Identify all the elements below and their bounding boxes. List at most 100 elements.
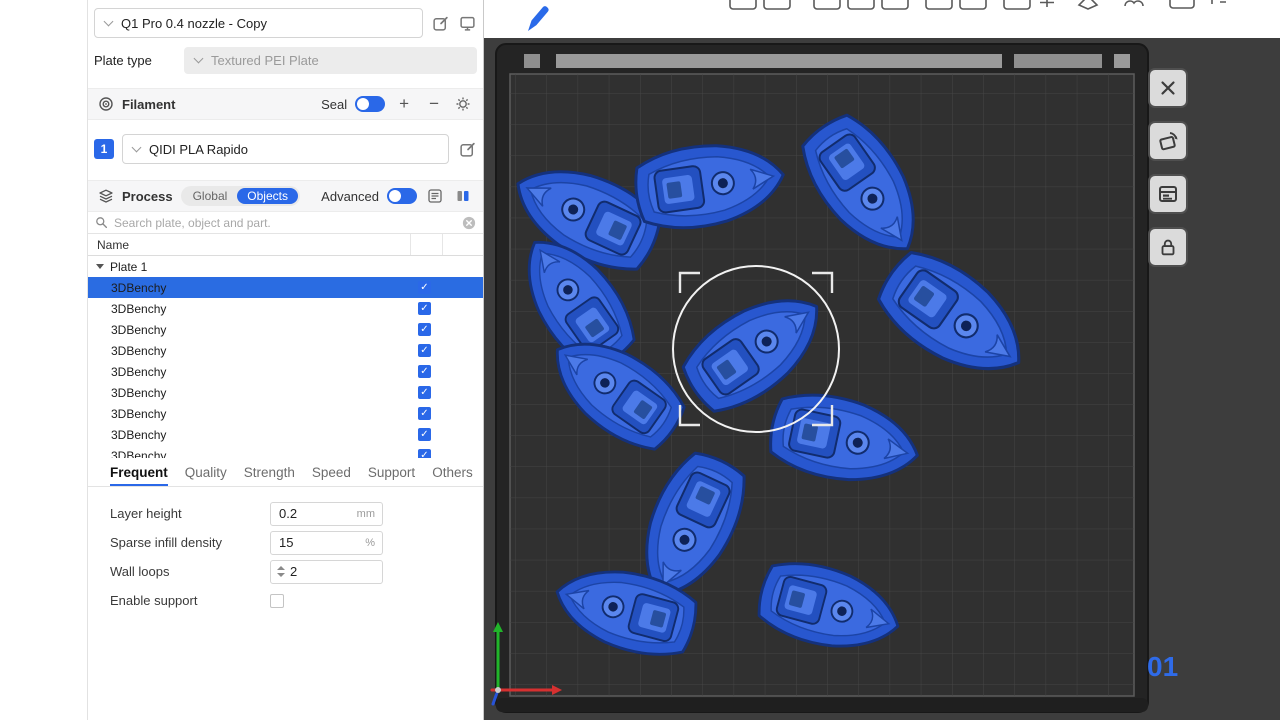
clear-search-icon[interactable] [462,216,476,230]
edit-preset-button[interactable] [430,13,450,33]
object-tree: Plate 1 3DBenchy ✓ 3DBenchy ✓ 3DBenchy ✓ 3D… [88,256,483,458]
visibility-checkbox[interactable]: ✓ [418,449,431,458]
clear-plate-button[interactable] [1148,68,1188,108]
object-row[interactable]: 3DBenchy✓ [88,319,483,340]
object-list-header: Name [88,234,483,256]
visibility-checkbox[interactable]: ✓ [418,344,431,357]
sparse-infill-unit: % [365,537,375,549]
collapse-caret-icon[interactable] [96,264,104,269]
object-row[interactable]: 3DBenchy ✓ [88,361,483,382]
edit-filament-button[interactable] [457,139,477,159]
visibility-checkbox[interactable]: ✓ [418,428,431,441]
add-filament-button[interactable]: + [393,96,415,112]
edit-preset-icon [432,15,449,32]
plate-group-label: Plate 1 [110,260,147,274]
visibility-checkbox[interactable]: ✓ [418,281,431,294]
enable-support-row: Enable support [88,586,483,615]
parameter-list-button[interactable] [425,186,445,206]
tab-frequent[interactable]: Frequent [110,458,168,486]
object-label: 3DBenchy [111,344,166,358]
object-row[interactable]: 3DBenchy ✓ [88,445,483,458]
plate-number[interactable]: 01 [1147,651,1178,682]
close-icon [1157,77,1179,99]
parameter-tabs: Frequent Quality Strength Speed Support … [88,458,483,487]
chevron-down-icon [132,142,142,152]
filament-slot-row: 1 QIDI PLA Rapido [94,134,477,164]
object-row[interactable]: 3DBenchy ✓ [88,382,483,403]
advanced-label: Advanced [321,189,379,204]
tab-strength[interactable]: Strength [244,458,295,486]
parameter-compare-button[interactable] [453,186,473,206]
layer-height-label: Layer height [110,506,270,521]
advanced-toggle[interactable] [387,188,417,204]
object-row[interactable]: 3DBenchy ✓ [88,340,483,361]
filament-slot-badge[interactable]: 1 [94,139,114,159]
object-label: 3DBenchy [111,302,166,316]
plate-type-label: Plate type [94,53,184,68]
object-row[interactable]: 3DBenchy ✓ [88,424,483,445]
auto-orient-button[interactable] [1148,121,1188,161]
object-label: 3DBenchy [111,428,166,442]
filament-preset-value: QIDI PLA Rapido [149,142,248,157]
wall-loops-field [270,560,383,584]
object-row[interactable]: 3DBenchy ✓ [88,298,483,319]
plate-front-lip [496,698,1148,712]
tab-others[interactable]: Others [432,458,473,486]
tab-quality[interactable]: Quality [185,458,227,486]
object-label: 3DBenchy [111,449,166,459]
lock-icon [1157,236,1179,258]
lock-plate-button[interactable] [1148,227,1188,267]
arrange-plate-button[interactable] [1148,174,1188,214]
sparse-infill-field: % [270,531,383,555]
object-row[interactable]: 3DBenchy ✓ [88,277,483,298]
filament-settings-button[interactable] [453,94,473,114]
filament-section-title: Filament [122,97,175,112]
filament-preset-select[interactable]: QIDI PLA Rapido [122,134,449,164]
prepare-sidebar: Q1 Pro 0.4 nozzle - Copy Plate type Text… [88,0,484,720]
viewport-3d[interactable]: 01 [484,0,1280,720]
tab-support[interactable]: Support [368,458,415,486]
printer-panel-icon [459,15,476,32]
filament-section-header: Filament Seal + − [88,88,483,120]
chevron-down-icon [194,54,204,64]
layer-height-unit: mm [357,508,375,520]
visibility-checkbox[interactable]: ✓ [418,407,431,420]
seal-toggle[interactable] [355,96,385,112]
plate-type-select[interactable]: Textured PEI Plate [184,47,477,74]
wall-loops-stepper[interactable] [277,566,285,577]
printer-panel-button[interactable] [457,13,477,33]
gear-icon [455,96,471,112]
edit-filament-icon [459,141,476,158]
wall-loops-input[interactable] [285,564,382,579]
plate-group-row[interactable]: Plate 1 [88,256,483,277]
printer-preset-value: Q1 Pro 0.4 nozzle - Copy [121,16,267,31]
filament-spool-icon [98,96,114,112]
process-layers-icon [98,188,114,204]
tab-speed[interactable]: Speed [312,458,351,486]
object-row[interactable]: 3DBenchy✓ [88,403,483,424]
wall-loops-row: Wall loops [88,557,483,586]
scope-global-pill[interactable]: Global [183,188,238,204]
wall-loops-label: Wall loops [110,564,270,579]
object-label: 3DBenchy [111,281,166,295]
auto-orient-icon [1156,129,1180,153]
layer-height-row: Layer height mm [88,499,483,528]
scope-objects-pill[interactable]: Objects [237,188,298,204]
visibility-checkbox[interactable]: ✓ [418,365,431,378]
object-search-input[interactable] [114,216,456,230]
remove-filament-button[interactable]: − [423,96,445,112]
visibility-checkbox[interactable]: ✓ [418,323,431,336]
enable-support-checkbox[interactable] [270,594,284,608]
printer-preset-select[interactable]: Q1 Pro 0.4 nozzle - Copy [94,8,423,38]
object-label: 3DBenchy [111,365,166,379]
process-section-title: Process [122,189,173,204]
visibility-checkbox[interactable]: ✓ [418,302,431,315]
plate-marker-strip [524,54,1130,68]
layer-height-field: mm [270,502,383,526]
object-label: 3DBenchy [111,386,166,400]
parameter-compare-icon [455,188,471,204]
enable-support-label: Enable support [110,593,270,608]
plate-type-row: Plate type Textured PEI Plate [94,47,477,74]
frequent-parameters: Layer height mm Sparse infill density % … [88,487,483,615]
visibility-checkbox[interactable]: ✓ [418,386,431,399]
